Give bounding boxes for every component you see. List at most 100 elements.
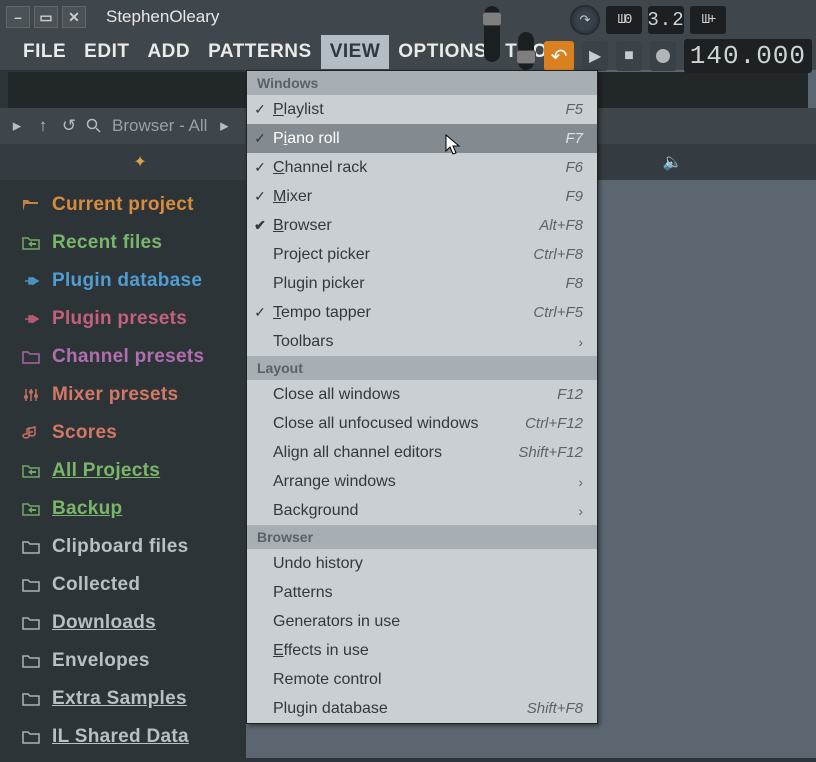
submenu-arrow-icon: › <box>578 334 583 350</box>
menu-options[interactable]: OPTIONS <box>389 35 496 69</box>
browser-list: Current project Recent filesPlugin databa… <box>0 180 240 762</box>
browser-item-label: Envelopes <box>52 650 150 672</box>
undo-button[interactable]: ↶ <box>544 41 574 71</box>
menu-section-header: Browser <box>247 525 597 549</box>
maximize-button[interactable]: ▭ <box>34 6 58 28</box>
menu-item-background[interactable]: Background› <box>247 496 597 525</box>
folder-icon <box>22 690 40 708</box>
menu-item-close-all-unfocused-windows[interactable]: Close all unfocused windowsCtrl+F12 <box>247 409 597 438</box>
master-pitch-fader[interactable] <box>484 6 500 62</box>
menu-view[interactable]: VIEW <box>321 35 390 69</box>
browser-up-icon[interactable]: ↑ <box>34 116 52 136</box>
browser-item-scores[interactable]: Scores <box>0 414 240 452</box>
note-icon <box>22 424 40 442</box>
checkmark-icon: ✓ <box>247 159 273 176</box>
browser-item-label: Collected <box>52 574 140 596</box>
menu-item-close-all-windows[interactable]: Close all windowsF12 <box>247 380 597 409</box>
browser-item-plugin-database[interactable]: Plugin database <box>0 262 240 300</box>
folder-icon <box>22 348 40 366</box>
browser-item-label: Mixer presets <box>52 384 178 406</box>
folder-icon <box>22 576 40 594</box>
menu-item-mixer[interactable]: ✓MixerF9 <box>247 182 597 211</box>
browser-collapse-icon[interactable]: ▸ <box>8 116 26 136</box>
menu-shortcut: F9 <box>565 188 583 205</box>
browser-item-label: Clipboard files <box>52 536 188 558</box>
master-volume-fader[interactable] <box>518 32 534 70</box>
menu-item-label: Channel rack <box>273 159 597 177</box>
browser-item-downloads[interactable]: Downloads <box>0 604 240 642</box>
menu-item-label: Mixer <box>273 188 597 206</box>
browser-item-envelopes[interactable]: Envelopes <box>0 642 240 680</box>
menu-item-remote-control[interactable]: Remote control <box>247 665 597 694</box>
menu-add[interactable]: ADD <box>138 35 199 69</box>
view-menu: Windows✓PlaylistF5✓Piano rollF7✓Channel … <box>246 70 598 724</box>
browser-item-label: All Projects <box>52 460 160 482</box>
menu-item-playlist[interactable]: ✓PlaylistF5 <box>247 95 597 124</box>
menu-shortcut: Alt+F8 <box>539 217 583 234</box>
tempo-display[interactable]: 140.000 <box>684 39 812 73</box>
record-button[interactable] <box>650 41 676 71</box>
browser-item-current-project[interactable]: Current project <box>0 186 240 224</box>
search-icon[interactable] <box>86 118 104 134</box>
menu-item-toolbars[interactable]: Toolbars› <box>247 327 597 356</box>
browser-item-channel-presets[interactable]: Channel presets <box>0 338 240 376</box>
menu-item-tempo-tapper[interactable]: ✓Tempo tapperCtrl+F5 <box>247 298 597 327</box>
browser-back-icon[interactable]: ↺ <box>60 116 78 136</box>
menu-item-project-picker[interactable]: Project pickerCtrl+F8 <box>247 240 597 269</box>
menu-item-label: Undo history <box>273 555 597 573</box>
menu-shortcut: Shift+F12 <box>518 444 583 461</box>
menu-item-effects-in-use[interactable]: Effects in use <box>247 636 597 665</box>
menu-item-undo-history[interactable]: Undo history <box>247 549 597 578</box>
checkmark-icon: ✔ <box>247 217 273 234</box>
folder-icon <box>22 652 40 670</box>
browser-item-label: Scores <box>52 422 117 444</box>
browser-item-backup[interactable]: Backup <box>0 490 240 528</box>
menu-item-label: Close all windows <box>273 386 597 404</box>
submenu-arrow-icon: › <box>578 503 583 519</box>
minimize-button[interactable]: – <box>6 6 30 28</box>
folder-icon <box>22 538 40 556</box>
close-button[interactable]: ✕ <box>62 6 86 28</box>
menu-item-label: Patterns <box>273 584 597 602</box>
menu-item-patterns[interactable]: Patterns <box>247 578 597 607</box>
browser-item-recent-files[interactable]: Recent files <box>0 224 240 262</box>
browser-item-label: Current project <box>52 194 194 216</box>
browser-item-plugin-presets[interactable]: Plugin presets <box>0 300 240 338</box>
browser-item-clipboard-files[interactable]: Clipboard files <box>0 528 240 566</box>
bar-lcd[interactable]: 3.2 <box>648 6 684 34</box>
menu-item-generators-in-use[interactable]: Generators in use <box>247 607 597 636</box>
browser-item-mixer-presets[interactable]: Mixer presets <box>0 376 240 414</box>
beat-lcd[interactable]: Ш+ <box>690 6 726 34</box>
menu-item-label: Background <box>273 502 597 520</box>
menu-item-align-all-channel-editors[interactable]: Align all channel editorsShift+F12 <box>247 438 597 467</box>
snap-knob[interactable]: ↷ <box>570 5 600 35</box>
window-title: StephenOleary <box>106 7 219 27</box>
menu-item-label: Effects in use <box>273 642 597 660</box>
browser-item-all-projects[interactable]: All Projects <box>0 452 240 490</box>
menu-file[interactable]: FILE <box>14 35 75 69</box>
checkmark-icon: ✓ <box>247 130 273 147</box>
menu-shortcut: Ctrl+F5 <box>533 304 583 321</box>
browser-item-extra-samples[interactable]: Extra Samples <box>0 680 240 718</box>
browser-tool-audio-icon[interactable]: 🔈 <box>663 152 683 172</box>
menu-shortcut: F7 <box>565 130 583 147</box>
stop-button[interactable]: ■ <box>616 41 642 71</box>
menu-item-piano-roll[interactable]: ✓Piano rollF7 <box>247 124 597 153</box>
browser-item-il-shared-data[interactable]: IL Shared Data <box>0 718 240 756</box>
browser-tool-favorite-icon[interactable]: ✦ <box>133 152 146 172</box>
menu-item-plugin-picker[interactable]: Plugin pickerF8 <box>247 269 597 298</box>
pattern-lcd[interactable]: Ш0 <box>606 6 642 34</box>
folder-arrow-icon <box>22 234 40 252</box>
menu-item-channel-rack[interactable]: ✓Channel rackF6 <box>247 153 597 182</box>
play-button[interactable]: ▶ <box>582 41 608 71</box>
menu-item-arrange-windows[interactable]: Arrange windows› <box>247 467 597 496</box>
browser-item-collected[interactable]: Collected <box>0 566 240 604</box>
menu-section-header: Layout <box>247 356 597 380</box>
menu-patterns[interactable]: PATTERNS <box>199 35 321 69</box>
menu-shortcut: F6 <box>565 159 583 176</box>
browser-expand-icon[interactable]: ▸ <box>215 116 233 136</box>
menu-edit[interactable]: EDIT <box>75 35 138 69</box>
menu-item-browser[interactable]: ✔BrowserAlt+F8 <box>247 211 597 240</box>
menu-item-plugin-database[interactable]: Plugin databaseShift+F8 <box>247 694 597 723</box>
browser-item-label: IL Shared Data <box>52 726 189 748</box>
